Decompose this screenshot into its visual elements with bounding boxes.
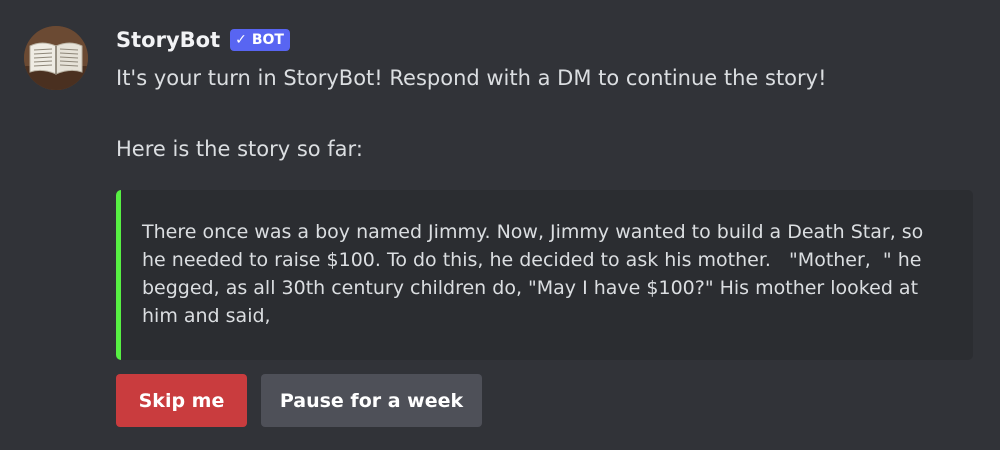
open-book-icon xyxy=(24,26,88,90)
pause-for-a-week-button[interactable]: Pause for a week xyxy=(261,374,482,427)
message-header: StoryBot ✓ BOT xyxy=(116,24,290,56)
quote-accent-bar xyxy=(116,190,121,360)
checkmark-icon: ✓ xyxy=(235,32,247,48)
bot-message: StoryBot ✓ BOT It's your turn in StoryBo… xyxy=(0,0,1000,450)
action-buttons: Skip me Pause for a week xyxy=(116,374,482,427)
bot-tag-label: BOT xyxy=(251,32,284,48)
story-text: There once was a boy named Jimmy. Now, J… xyxy=(142,221,930,327)
bot-tag: ✓ BOT xyxy=(230,29,290,51)
story-quote-block: There once was a boy named Jimmy. Now, J… xyxy=(116,190,973,360)
skip-me-button[interactable]: Skip me xyxy=(116,374,247,427)
message-line: It's your turn in StoryBot! Respond with… xyxy=(116,66,827,90)
message-line: Here is the story so far: xyxy=(116,137,363,161)
username[interactable]: StoryBot xyxy=(116,28,220,52)
avatar[interactable] xyxy=(24,26,88,90)
